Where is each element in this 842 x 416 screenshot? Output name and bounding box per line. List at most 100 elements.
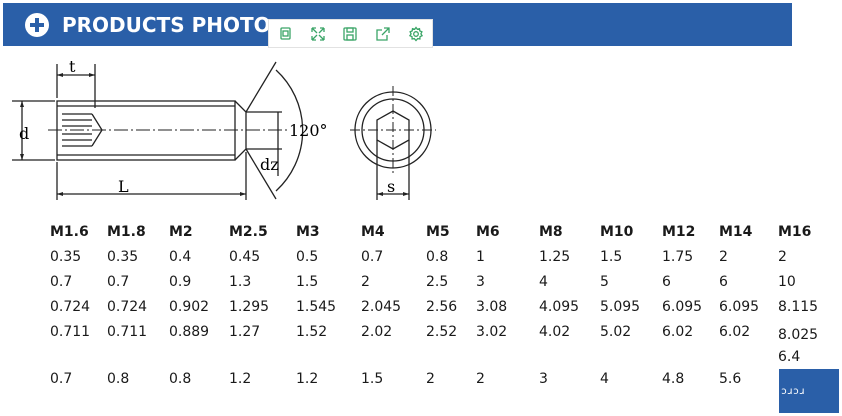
table-cell: 6	[719, 274, 728, 290]
size-header: M14	[719, 224, 753, 240]
table-cell: 0.35	[50, 249, 82, 265]
table-cell: 0.889	[169, 324, 210, 340]
angle-label: 120°	[289, 121, 328, 140]
table-cell: 2	[476, 371, 485, 387]
table-cell: 6.095	[662, 299, 703, 315]
size-header: M2	[169, 224, 193, 240]
expand-icon[interactable]	[307, 23, 329, 45]
table-cell-value: 8.025	[778, 327, 819, 343]
corner-badge-text: ɔɹɔɹ	[781, 385, 806, 397]
table-cell: 0.5	[296, 249, 319, 265]
table-cell: 6	[662, 274, 671, 290]
table-cell: 2.5	[426, 274, 449, 290]
table-cell: 1.5	[296, 274, 319, 290]
table-cell: 0.7	[50, 371, 73, 387]
size-header: M10	[600, 224, 634, 240]
save-icon[interactable]	[339, 23, 361, 45]
size-header: M16	[778, 224, 812, 240]
table-row: 0.711 0.711 0.889 1.27 1.52 2.02 2.52 3.…	[50, 324, 818, 371]
table-cell: 2.56	[426, 299, 458, 315]
table-cell: 1.75	[662, 249, 694, 265]
table-cell: 1.5	[600, 249, 623, 265]
copy-icon[interactable]	[274, 23, 296, 45]
table-cell: 0.9	[169, 274, 192, 290]
image-toolbar	[268, 19, 433, 48]
table-cell: 3.02	[476, 324, 508, 340]
set-screw-technical-drawing: t d L 120° dz s	[12, 57, 436, 200]
header-title: PRODUCTS PHOTO	[62, 13, 271, 37]
dz-label: dz	[260, 155, 279, 174]
table-cell: 1	[476, 249, 485, 265]
table-cell: 1.545	[296, 299, 337, 315]
size-header: M6	[476, 224, 500, 240]
share-icon[interactable]	[372, 23, 394, 45]
table-cell: 0.711	[107, 324, 148, 340]
d-label: d	[19, 124, 29, 143]
table-cell: 4.02	[539, 324, 571, 340]
table-row: 0.724 0.724 0.902 1.295 1.545 2.045 2.56…	[50, 299, 818, 324]
size-header: M12	[662, 224, 696, 240]
table-cell: 8.115	[778, 299, 819, 315]
table-cell: 0.8	[107, 371, 130, 387]
table-cell: 0.7	[107, 274, 130, 290]
table-cell: 1.2	[296, 371, 319, 387]
table-cell: 1.2	[229, 371, 252, 387]
table-row: 0.7 0.8 0.8 1.2 1.2 1.5 2 2 3 4 4.8 5.6	[50, 371, 818, 396]
table-cell: 5.095	[600, 299, 641, 315]
corner-badge[interactable]: ɔɹɔɹ	[779, 369, 839, 413]
size-header: M1.8	[107, 224, 146, 240]
table-cell: 1.25	[539, 249, 571, 265]
settings-icon[interactable]	[405, 23, 427, 45]
table-cell: 0.7	[361, 249, 384, 265]
table-cell: 0.8	[426, 249, 449, 265]
table-cell: 0.45	[229, 249, 261, 265]
table-cell: 0.35	[107, 249, 139, 265]
table-cell: 5.6	[719, 371, 742, 387]
table-cell: 0.724	[107, 299, 148, 315]
table-cell: 0.711	[50, 324, 91, 340]
table-cell: 2.045	[361, 299, 402, 315]
table-row: 0.7 0.7 0.9 1.3 1.5 2 2.5 3 4 5 6 6 10	[50, 274, 818, 299]
table-cell: 2	[426, 371, 435, 387]
table-cell: 1.27	[229, 324, 261, 340]
table-cell: 2.52	[426, 324, 458, 340]
size-header: M8	[539, 224, 563, 240]
table-header-row: M1.6 M1.8 M2 M2.5 M3 M4 M5 M6 M8 M10 M12…	[50, 224, 818, 249]
table-cell: 1.3	[229, 274, 252, 290]
table-cell: 5	[600, 274, 609, 290]
table-cell: 5.02	[600, 324, 632, 340]
table-cell-extra-value: 6.4	[778, 349, 801, 365]
table-cell: 4	[539, 274, 548, 290]
table-cell: 2	[719, 249, 728, 265]
table-cell: 3	[539, 371, 548, 387]
table-cell: 6.095	[719, 299, 760, 315]
table-cell: 4.8	[662, 371, 685, 387]
L-label: L	[118, 177, 129, 196]
t-label: t	[69, 57, 76, 76]
table-cell: 4.095	[539, 299, 580, 315]
table-row: 0.35 0.35 0.4 0.45 0.5 0.7 0.8 1 1.25 1.…	[50, 249, 818, 274]
table-cell: 0.724	[50, 299, 91, 315]
spec-table: M1.6 M1.8 M2 M2.5 M3 M4 M5 M6 M8 M10 M12…	[50, 224, 818, 396]
s-label: s	[387, 177, 395, 196]
table-cell: 3	[476, 274, 485, 290]
table-cell: 1.52	[296, 324, 328, 340]
table-cell: 0.7	[50, 274, 73, 290]
table-cell: 1.5	[361, 371, 384, 387]
table-cell: 3.08	[476, 299, 508, 315]
table-cell: 1.295	[229, 299, 270, 315]
table-cell: 0.8	[169, 371, 192, 387]
size-header: M3	[296, 224, 320, 240]
table-cell: 2	[361, 274, 370, 290]
table-cell: 0.4	[169, 249, 192, 265]
table-cell: 2	[778, 249, 787, 265]
plus-circle-icon[interactable]	[25, 13, 49, 37]
size-header: M2.5	[229, 224, 268, 240]
table-cell: 6.02	[719, 324, 751, 340]
table-cell: 0.902	[169, 299, 210, 315]
table-cell: 4	[600, 371, 609, 387]
size-header: M5	[426, 224, 450, 240]
table-cell: 6.02	[662, 324, 694, 340]
size-header: M1.6	[50, 224, 89, 240]
size-header: M4	[361, 224, 385, 240]
